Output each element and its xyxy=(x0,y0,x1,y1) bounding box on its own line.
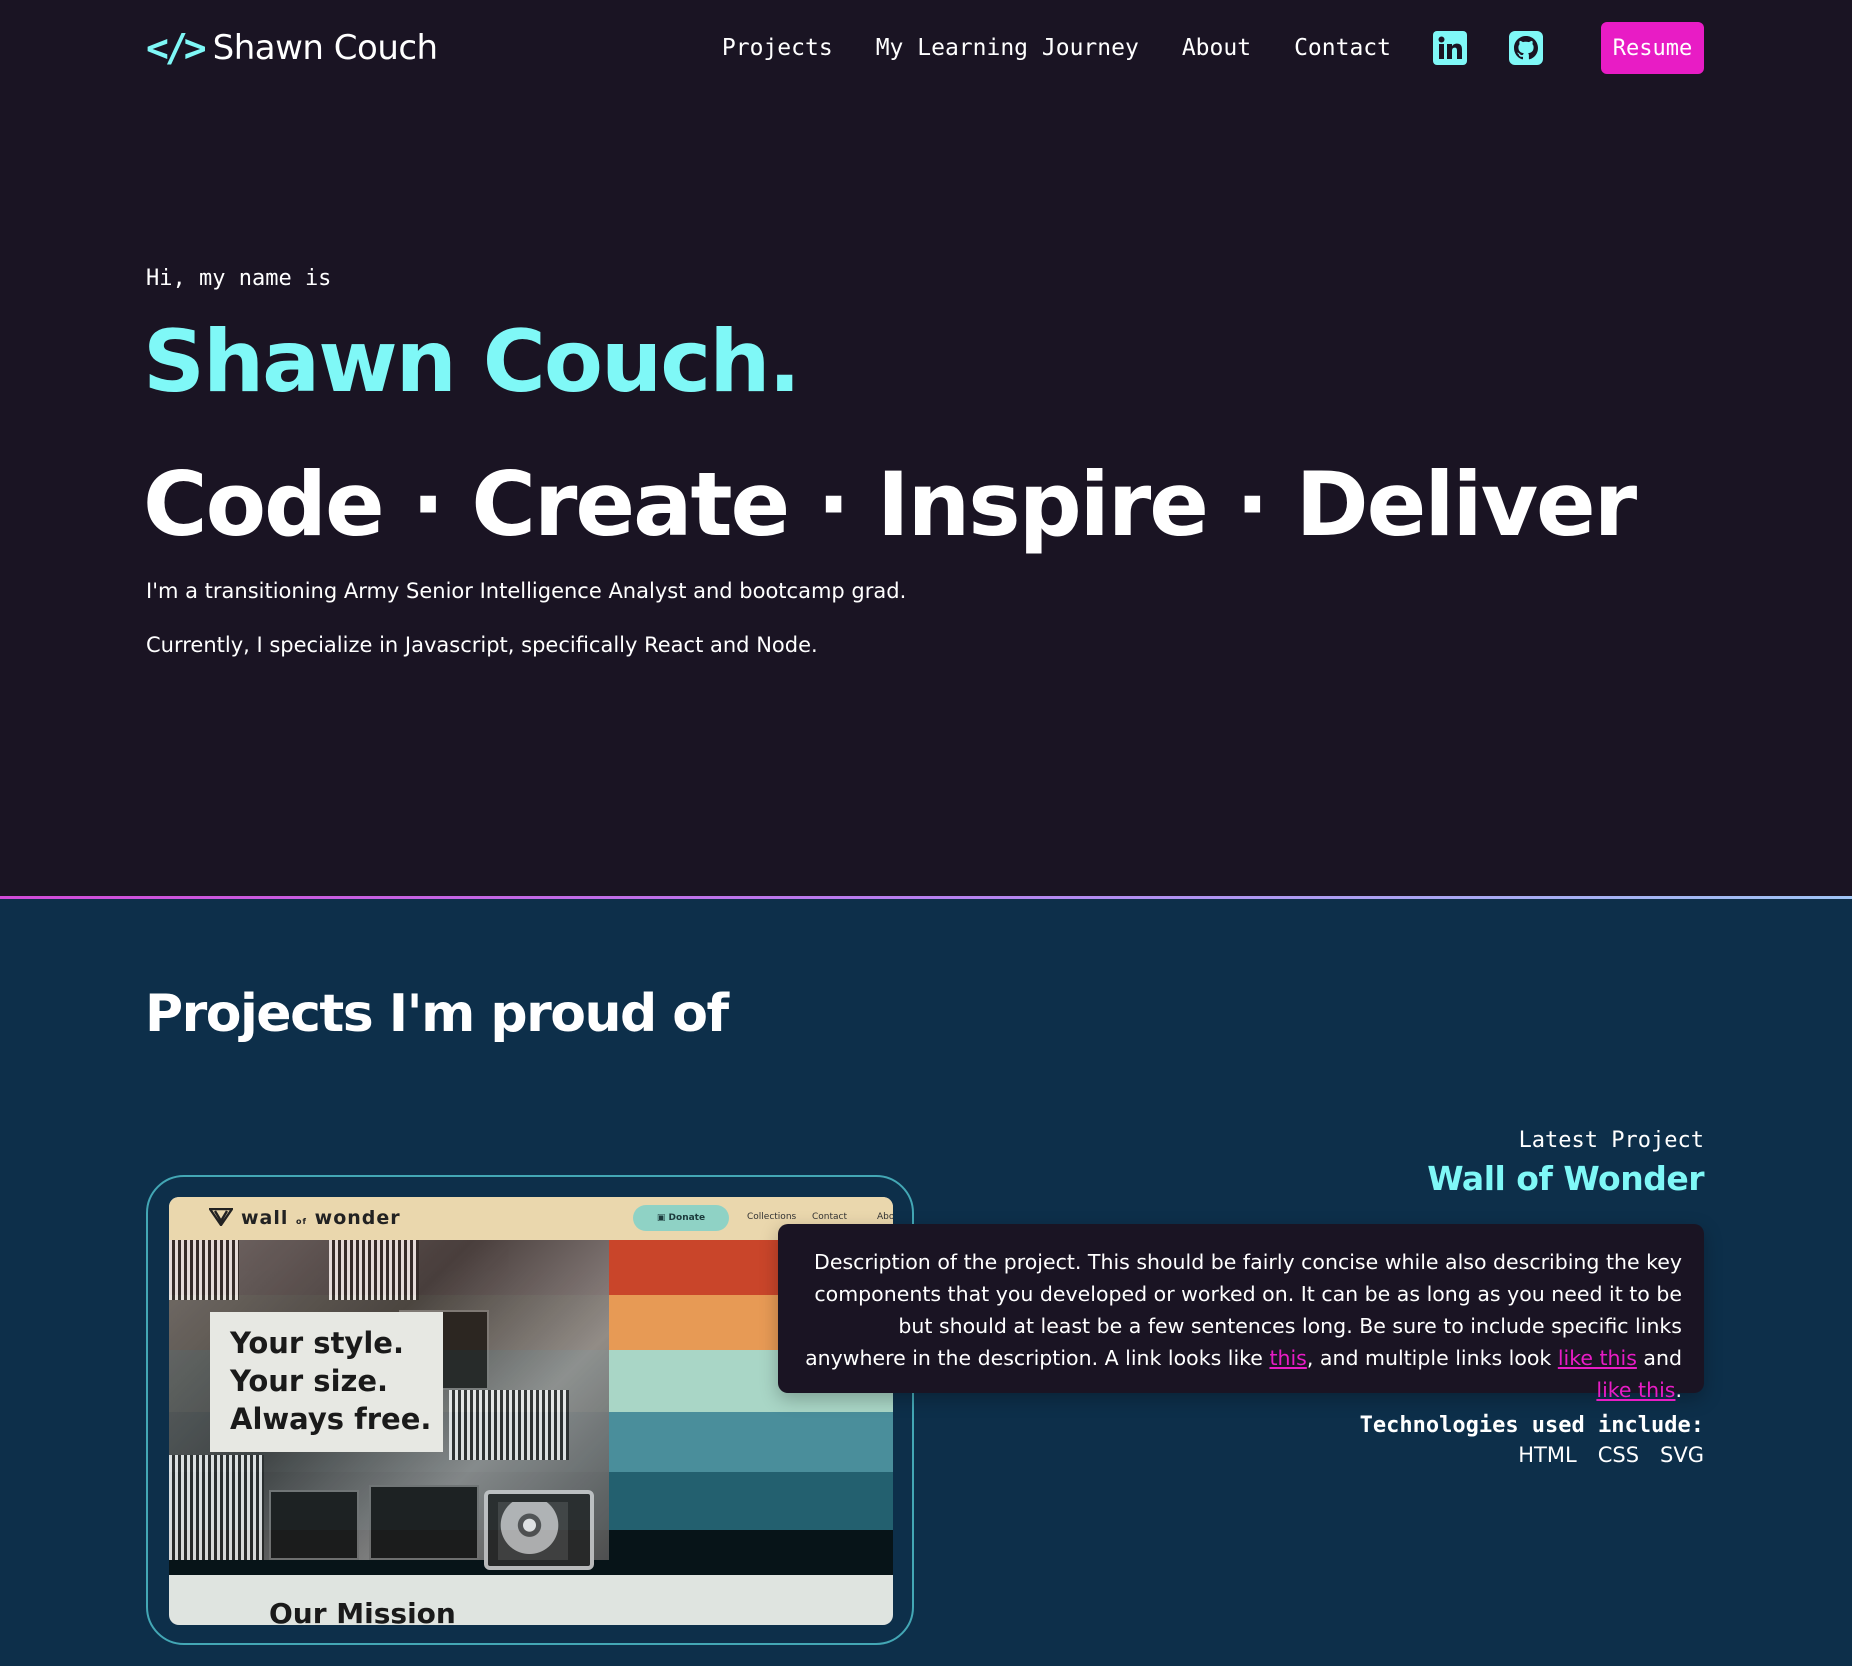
mini-slogan: Your style. Your size. Always free. xyxy=(210,1312,443,1452)
hero-name: Shawn Couch. xyxy=(143,312,801,412)
w-logo-icon xyxy=(209,1208,233,1226)
latest-project-title[interactable]: Wall of Wonder xyxy=(1427,1159,1704,1198)
mini-donate-button: ▣ Donate xyxy=(633,1205,729,1231)
description-link-3[interactable]: like this xyxy=(1596,1378,1675,1402)
technology-item: SVG xyxy=(1660,1443,1704,1467)
technology-item: HTML xyxy=(1518,1443,1577,1467)
vintage-tv xyxy=(484,1490,594,1570)
wall-of-wonder-logo: wall of wonder xyxy=(209,1207,401,1229)
description-link-1[interactable]: this xyxy=(1269,1346,1306,1370)
projects-heading: Projects I'm proud of xyxy=(145,984,729,1044)
projects-section: Projects I'm proud of wall of wonder ▣ D… xyxy=(0,899,1852,1666)
hero-section: </> Shawn Couch Projects My Learning Jou… xyxy=(0,0,1852,896)
record-shelf xyxy=(329,1240,419,1300)
record-shelf xyxy=(449,1390,569,1460)
linkedin-icon[interactable] xyxy=(1433,31,1467,65)
record-shelf xyxy=(169,1455,264,1560)
nav-link-contact[interactable]: Contact xyxy=(1294,35,1391,61)
nav-links: Projects My Learning Journey About Conta… xyxy=(722,22,1704,74)
technologies-label: Technologies used include: xyxy=(1359,1413,1704,1438)
description-link-2[interactable]: like this xyxy=(1558,1346,1637,1370)
code-brackets-icon: </> xyxy=(146,26,207,70)
project-description: Description of the project. This should … xyxy=(778,1224,1704,1402)
mini-nav-contact: Contact xyxy=(812,1212,848,1222)
resume-button[interactable]: Resume xyxy=(1601,22,1704,74)
amplifier xyxy=(369,1485,479,1560)
intro-line-1: I'm a transitioning Army Senior Intellig… xyxy=(146,579,907,603)
nav-link-about[interactable]: About xyxy=(1182,35,1251,61)
amplifier xyxy=(269,1490,359,1560)
greeting: Hi, my name is xyxy=(146,266,332,291)
brand[interactable]: </> Shawn Couch xyxy=(146,22,438,74)
intro-line-2: Currently, I specialize in Javascript, s… xyxy=(146,633,818,657)
latest-project-label: Latest Project xyxy=(1518,1128,1704,1153)
nav-link-projects[interactable]: Projects xyxy=(722,35,833,61)
record-shelf xyxy=(169,1240,239,1300)
mini-mission-heading: Our Mission xyxy=(269,1597,456,1625)
top-nav: </> Shawn Couch Projects My Learning Jou… xyxy=(146,22,1704,74)
technology-item: CSS xyxy=(1597,1443,1640,1467)
portrait-photo xyxy=(498,1502,568,1560)
technologies-list: HTML CSS SVG xyxy=(1518,1443,1704,1467)
tagline: Code · Create · Inspire · Deliver xyxy=(143,453,1637,556)
mini-nav-collections: Collections xyxy=(747,1212,797,1222)
github-icon[interactable] xyxy=(1509,31,1543,65)
nav-link-learning-journey[interactable]: My Learning Journey xyxy=(876,35,1139,61)
mini-nav-about: Abo xyxy=(877,1212,893,1222)
brand-name: Shawn Couch xyxy=(212,28,438,68)
